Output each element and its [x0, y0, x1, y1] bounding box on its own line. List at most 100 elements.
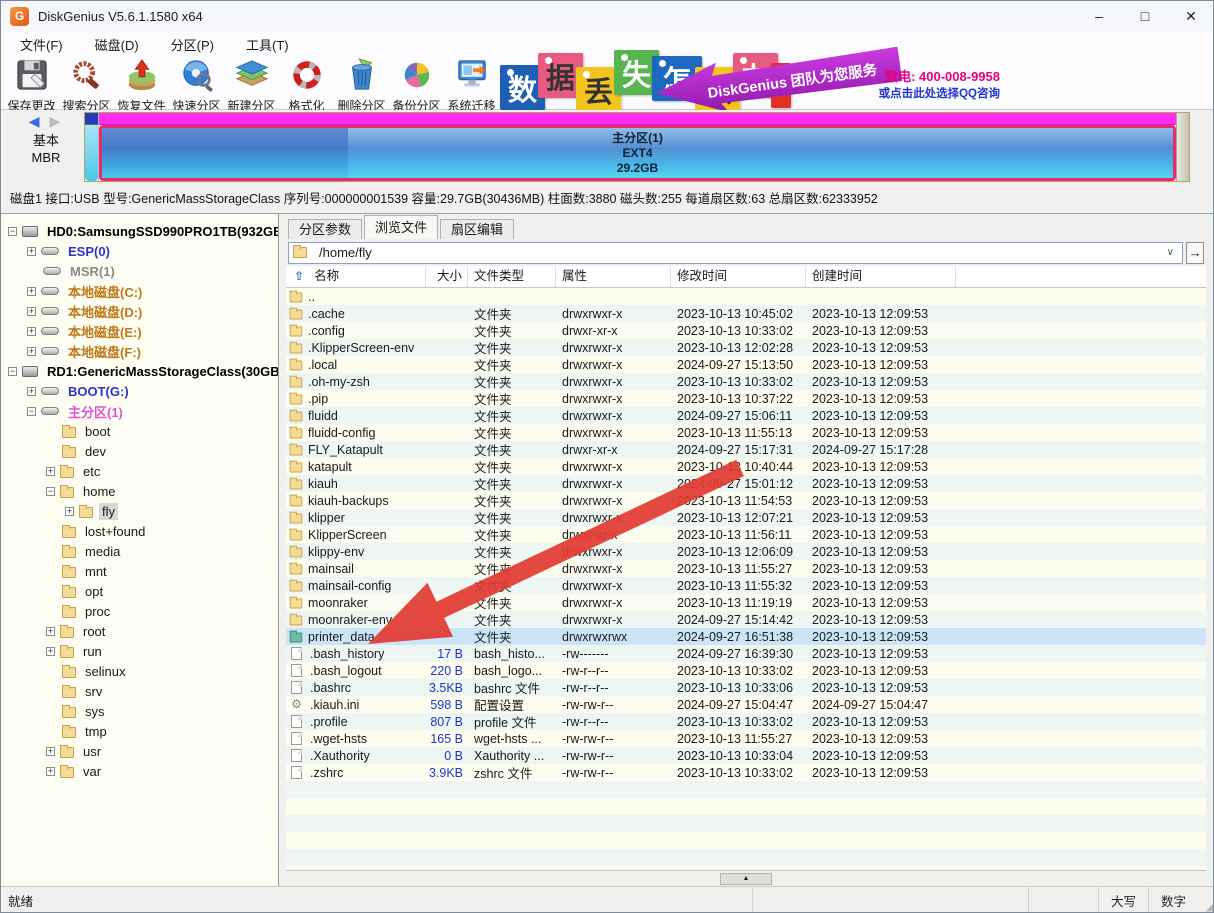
column-header-创建时间[interactable]: 创建时间 [806, 266, 956, 287]
menu-item-文件-f[interactable]: 文件(F) [4, 32, 79, 56]
table-row-mainsail-config[interactable]: mainsail-config文件夹drwxrwxr-x2023-10-13 1… [286, 577, 1206, 594]
table-row-klippy-env[interactable]: klippy-env文件夹drwxrwxr-x2023-10-13 12:06:… [286, 543, 1206, 560]
map-scrollbar[interactable] [1176, 113, 1189, 181]
column-header-名称[interactable]: ⇧名称 [286, 266, 426, 287]
menu-item-磁盘-d[interactable]: 磁盘(D) [79, 32, 155, 56]
column-header-属性[interactable]: 属性 [556, 266, 671, 287]
table-row-config[interactable]: .config文件夹drwxr-xr-x2023-10-13 10:33:022… [286, 322, 1206, 339]
tree-item-var[interactable]: +var [0, 761, 278, 781]
table-row-fluidd-config[interactable]: fluidd-config文件夹drwxrwxr-x2023-10-13 11:… [286, 424, 1206, 441]
expand-expander-icon[interactable]: + [46, 647, 55, 656]
table-row-katapult[interactable]: katapult文件夹drwxrwxr-x2023-10-13 10:40:44… [286, 458, 1206, 475]
table-row-fluidd[interactable]: fluidd文件夹drwxrwxr-x2024-09-27 15:06:1120… [286, 407, 1206, 424]
ad-qq-link[interactable]: 或点击此处选择QQ咨询 [874, 85, 1000, 101]
go-button[interactable]: → [1186, 242, 1204, 264]
tree-item-tmp[interactable]: tmp [0, 721, 278, 741]
tree-item-boot[interactable]: boot [0, 421, 278, 441]
expand-expander-icon[interactable]: + [27, 247, 36, 256]
tree-item-proc[interactable]: proc [0, 601, 278, 621]
table-row-profile[interactable]: .profile807 Bprofile 文件-rw-r--r--2023-10… [286, 713, 1206, 730]
menu-item-工具-t[interactable]: 工具(T) [230, 32, 305, 56]
toolbar-search-button[interactable]: 搜索分区 [59, 56, 114, 114]
toolbar-recover-button[interactable]: 恢复文件 [114, 56, 169, 114]
toolbar-new-button[interactable]: 新建分区 [224, 56, 279, 114]
table-row-oh-my-zsh[interactable]: .oh-my-zsh文件夹drwxrwxr-x2023-10-13 10:33:… [286, 373, 1206, 390]
table-row-bash-logout[interactable]: .bash_logout220 Bbash_logo...-rw-r--r--2… [286, 662, 1206, 679]
minimize-button[interactable]: – [1076, 0, 1122, 32]
toolbar-backup-button[interactable]: 备份分区 [389, 56, 444, 114]
expand-expander-icon[interactable]: + [65, 507, 74, 516]
table-row-klipperscreen[interactable]: KlipperScreen文件夹drwxr-xr-x2023-10-13 11:… [286, 526, 1206, 543]
table-row-bashrc[interactable]: .bashrc3.5KBbashrc 文件-rw-r--r--2023-10-1… [286, 679, 1206, 696]
table-row-wget-hsts[interactable]: .wget-hsts165 Bwget-hsts ...-rw-rw-r--20… [286, 730, 1206, 747]
tree-item-msr-1[interactable]: MSR(1) [0, 261, 278, 281]
expand-expander-icon[interactable]: + [46, 767, 55, 776]
collapse-button[interactable]: ▲ [720, 873, 772, 885]
tree-item-hd0-samsungssd990pro1tb-932gb[interactable]: −HD0:SamsungSSD990PRO1TB(932GB) [0, 221, 278, 241]
collapse-expander-icon[interactable]: − [27, 407, 36, 416]
tree-item-boot-g[interactable]: +BOOT(G:) [0, 381, 278, 401]
ad-banner[interactable]: 数据丢失怎么办! DiskGenius 团队为您服务 致电: 400-008-9… [498, 56, 1008, 109]
table-row-kiauh[interactable]: kiauh文件夹drwxrwxr-x2024-09-27 15:01:12202… [286, 475, 1206, 492]
expand-expander-icon[interactable]: + [27, 307, 36, 316]
column-header-文件类型[interactable]: 文件类型 [468, 266, 556, 287]
whole-disk-strip[interactable] [99, 113, 1176, 125]
resize-grip[interactable]: ◢ [1198, 887, 1214, 913]
collapse-expander-icon[interactable]: − [46, 487, 55, 496]
tree-item-rd1-genericmassstorageclass-30gb[interactable]: −RD1:GenericMassStorageClass(30GB) [0, 361, 278, 381]
table-row-klipperscreen-env[interactable]: .KlipperScreen-env文件夹drwxrwxr-x2023-10-1… [286, 339, 1206, 356]
tree-item-etc[interactable]: +etc [0, 461, 278, 481]
path-input[interactable]: /home/fly ∨ [288, 242, 1183, 264]
tree-item-esp-0[interactable]: +ESP(0) [0, 241, 278, 261]
tree-item-sys[interactable]: sys [0, 701, 278, 721]
table-row-zshrc[interactable]: .zshrc3.9KBzshrc 文件-rw-rw-r--2023-10-13 … [286, 764, 1206, 781]
collapse-expander-icon[interactable]: − [8, 367, 17, 376]
tree-item-opt[interactable]: opt [0, 581, 278, 601]
tree-item-selinux[interactable]: selinux [0, 661, 278, 681]
table-row-moonraker[interactable]: moonraker文件夹drwxrwxr-x2023-10-13 11:19:1… [286, 594, 1206, 611]
tree-item-本地磁盘-e[interactable]: +本地磁盘(E:) [0, 321, 278, 341]
tree-item-fly[interactable]: +fly [0, 501, 278, 521]
toolbar-migrate-button[interactable]: 系统迁移 [444, 56, 499, 114]
tree-item-dev[interactable]: dev [0, 441, 278, 461]
close-button[interactable]: ✕ [1168, 0, 1214, 32]
collapse-expander-icon[interactable]: − [8, 227, 17, 236]
tree-item-run[interactable]: +run [0, 641, 278, 661]
expand-expander-icon[interactable]: + [46, 467, 55, 476]
table-row-mainsail[interactable]: mainsail文件夹drwxrwxr-x2023-10-13 11:55:27… [286, 560, 1206, 577]
ad-contact[interactable]: 致电: 400-008-9958 或点击此处选择QQ咨询 [874, 66, 1000, 101]
toolbar-format-button[interactable]: 格式化 [279, 56, 334, 114]
disk-column[interactable] [85, 113, 99, 181]
table-row-printer-data[interactable]: printer_data文件夹drwxrwxrwx2024-09-27 16:5… [286, 628, 1206, 645]
expand-expander-icon[interactable]: + [46, 627, 55, 636]
tab-分区参数[interactable]: 分区参数 [288, 219, 362, 239]
partition-block[interactable]: 主分区(1) EXT4 29.2GB [99, 125, 1176, 181]
chevron-down-icon[interactable]: ∨ [1167, 247, 1182, 258]
expand-expander-icon[interactable]: + [27, 387, 36, 396]
expand-expander-icon[interactable]: + [27, 327, 36, 336]
tab-浏览文件[interactable]: 浏览文件 [364, 215, 438, 239]
table-row-fly-katapult[interactable]: FLY_Katapult文件夹drwxr-xr-x2024-09-27 15:1… [286, 441, 1206, 458]
column-header-修改时间[interactable]: 修改时间 [671, 266, 806, 287]
tree-item-本地磁盘-f[interactable]: +本地磁盘(F:) [0, 341, 278, 361]
tree-item-本地磁盘-c[interactable]: +本地磁盘(C:) [0, 281, 278, 301]
tree-item-mnt[interactable]: mnt [0, 561, 278, 581]
table-row-klipper[interactable]: klipper文件夹drwxrwxr-x2023-10-13 12:07:212… [286, 509, 1206, 526]
expand-expander-icon[interactable]: + [27, 287, 36, 296]
toolbar-save-button[interactable]: 保存更改 [4, 56, 59, 114]
table-row-bash-history[interactable]: .bash_history17 Bbash_histo...-rw-------… [286, 645, 1206, 662]
expand-expander-icon[interactable]: + [27, 347, 36, 356]
menu-item-分区-p[interactable]: 分区(P) [155, 32, 230, 56]
toolbar-delete-button[interactable]: 删除分区 [334, 56, 389, 114]
table-row-xauthority[interactable]: .Xauthority0 BXauthority ...-rw-rw-r--20… [286, 747, 1206, 764]
table-row-moonraker-env[interactable]: moonraker-env文件夹drwxrwxr-x2024-09-27 15:… [286, 611, 1206, 628]
table-row-kiauh-ini[interactable]: ⚙.kiauh.ini598 B配置设置-rw-rw-r--2024-09-27… [286, 696, 1206, 713]
tree-item-media[interactable]: media [0, 541, 278, 561]
tree-item-usr[interactable]: +usr [0, 741, 278, 761]
tree-item-srv[interactable]: srv [0, 681, 278, 701]
toolbar-quick-button[interactable]: 快速分区 [169, 56, 224, 114]
next-disk-arrow-icon[interactable]: ▶ [49, 113, 63, 129]
table-row-local[interactable]: .local文件夹drwxrwxr-x2024-09-27 15:13:5020… [286, 356, 1206, 373]
table-row-item[interactable]: .. [286, 288, 1206, 305]
tree-item-home[interactable]: −home [0, 481, 278, 501]
